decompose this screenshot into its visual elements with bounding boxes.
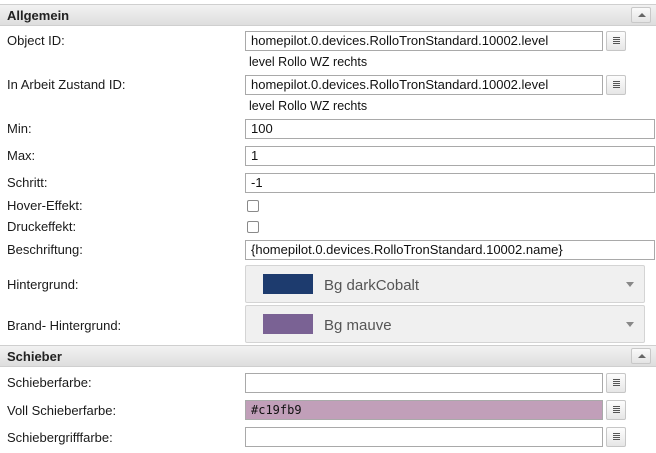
hintergrund-select[interactable]: Bg darkCobalt xyxy=(245,265,645,303)
schieberfarbe-label: Schieberfarbe: xyxy=(7,375,92,390)
voll-schieberfarbe-input[interactable]: #c19fb9 xyxy=(245,400,603,420)
brand-hintergrund-color-swatch xyxy=(263,314,313,334)
caret-down-icon xyxy=(626,322,634,327)
voll-schieberfarbe-picker-icon[interactable] xyxy=(606,400,626,420)
voll-schieberfarbe-label: Voll Schieberfarbe: xyxy=(7,403,117,418)
section-title: Allgemein xyxy=(7,8,70,23)
section-title: Schieber xyxy=(7,349,62,364)
schieberfarbe-picker-icon[interactable] xyxy=(606,373,626,393)
max-label: Max: xyxy=(7,148,36,163)
schritt-label: Schritt: xyxy=(7,175,48,190)
in-arbeit-label: In Arbeit Zustand ID: xyxy=(7,77,126,92)
schieberfarbe-input[interactable] xyxy=(245,373,603,393)
in-arbeit-hint: level Rollo WZ rechts xyxy=(249,99,368,113)
collapse-icon[interactable] xyxy=(631,348,651,364)
object-id-input[interactable]: homepilot.0.devices.RolloTronStandard.10… xyxy=(245,31,603,51)
caret-down-icon xyxy=(626,282,634,287)
druckeffekt-checkbox[interactable] xyxy=(247,221,259,233)
in-arbeit-picker-icon[interactable] xyxy=(606,75,626,95)
object-id-label: Object ID: xyxy=(7,33,65,48)
schiebergrifffarbe-input[interactable] xyxy=(245,427,603,447)
hintergrund-label: Hintergrund: xyxy=(7,277,79,292)
hintergrund-color-swatch xyxy=(263,274,313,294)
section-header-allgemein[interactable]: Allgemein xyxy=(0,4,656,26)
druckeffekt-label: Druckeffekt: xyxy=(7,219,77,234)
schritt-input[interactable]: -1 xyxy=(245,173,655,193)
collapse-icon[interactable] xyxy=(631,7,651,23)
max-input[interactable]: 1 xyxy=(245,146,655,166)
object-id-picker-icon[interactable] xyxy=(606,31,626,51)
beschriftung-input[interactable]: {homepilot.0.devices.RolloTronStandard.1… xyxy=(245,240,655,260)
brand-hintergrund-selected-value: Bg mauve xyxy=(324,317,392,334)
hintergrund-selected-value: Bg darkCobalt xyxy=(324,277,420,294)
hover-effekt-checkbox[interactable] xyxy=(247,200,259,212)
hover-effekt-label: Hover-Effekt: xyxy=(7,198,83,213)
schiebergrifffarbe-label: Schiebergrifffarbe: xyxy=(7,430,113,445)
brand-hintergrund-select[interactable]: Bg mauve xyxy=(245,305,645,343)
section-header-schieber[interactable]: Schieber xyxy=(0,345,656,367)
min-input[interactable]: 100 xyxy=(245,119,655,139)
in-arbeit-input[interactable]: homepilot.0.devices.RolloTronStandard.10… xyxy=(245,75,603,95)
beschriftung-label: Beschriftung: xyxy=(7,242,83,257)
schiebergrifffarbe-picker-icon[interactable] xyxy=(606,427,626,447)
min-label: Min: xyxy=(7,121,32,136)
object-id-hint: level Rollo WZ rechts xyxy=(249,55,368,69)
brand-hintergrund-label: Brand- Hintergrund: xyxy=(7,318,122,333)
